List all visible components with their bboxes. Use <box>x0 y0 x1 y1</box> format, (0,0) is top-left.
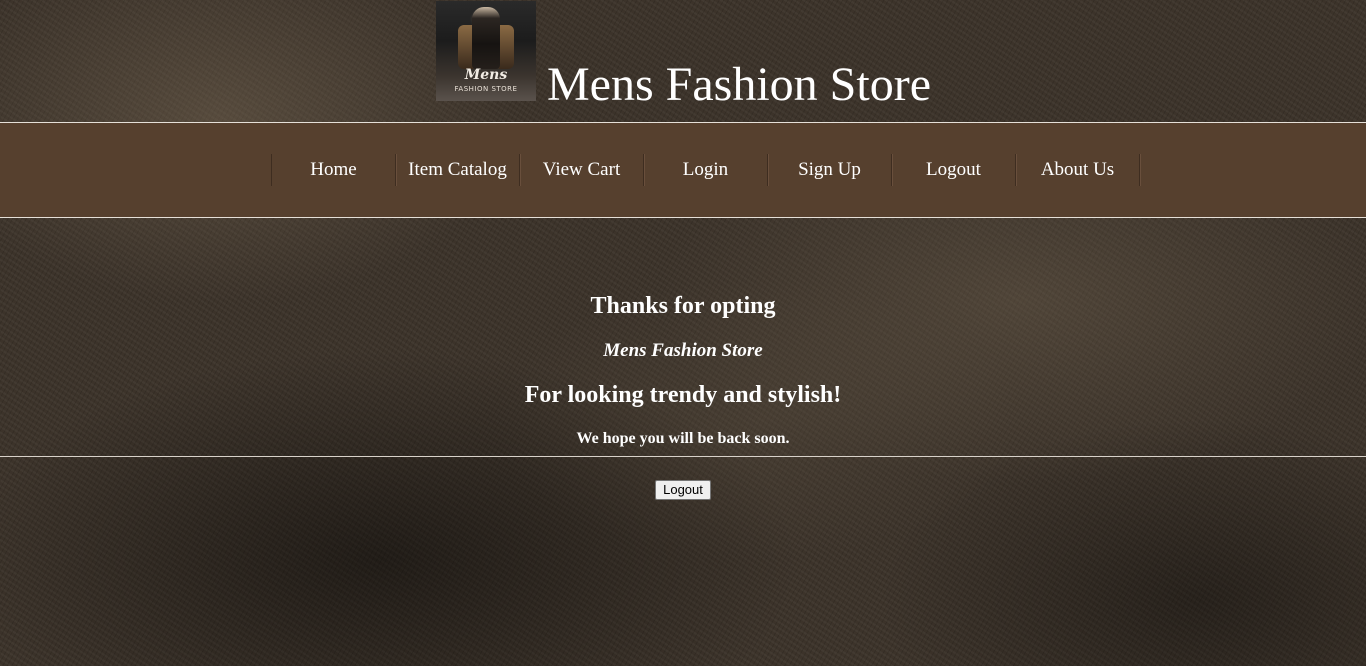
logo-model-figure <box>472 7 500 69</box>
nav-item-sign-up[interactable]: Sign Up <box>768 154 892 186</box>
site-title: Mens Fashion Store <box>547 58 931 111</box>
site-header: Mens FASHION STORE Mens Fashion Store <box>0 0 1366 122</box>
nav-item-item-catalog[interactable]: Item Catalog <box>396 154 520 186</box>
logout-button[interactable]: Logout <box>655 480 711 500</box>
nav-item-logout[interactable]: Logout <box>892 154 1016 186</box>
nav-item-login[interactable]: Login <box>644 154 768 186</box>
logo-coat-right <box>498 25 514 69</box>
nav-item-home[interactable]: Home <box>272 154 396 186</box>
thanks-heading: Thanks for opting <box>590 293 776 319</box>
logo-script-text: Mens <box>464 67 508 83</box>
store-logo[interactable]: Mens FASHION STORE <box>436 1 536 101</box>
tagline-heading: For looking trendy and stylish! <box>524 382 842 408</box>
horizontal-divider <box>0 456 1366 457</box>
farewell-text: We hope you will be back soon. <box>576 430 790 447</box>
logout-message-section: Thanks for opting Mens Fashion Store For… <box>0 216 1366 666</box>
main-navigation: Home Item Catalog View Cart Login Sign U… <box>0 122 1366 218</box>
nav-item-view-cart[interactable]: View Cart <box>520 154 644 186</box>
nav-list: Home Item Catalog View Cart Login Sign U… <box>271 154 1140 186</box>
logo-sub-text: FASHION STORE <box>454 85 518 93</box>
store-name-text: Mens Fashion Store <box>603 340 763 361</box>
nav-item-about-us[interactable]: About Us <box>1016 154 1140 186</box>
